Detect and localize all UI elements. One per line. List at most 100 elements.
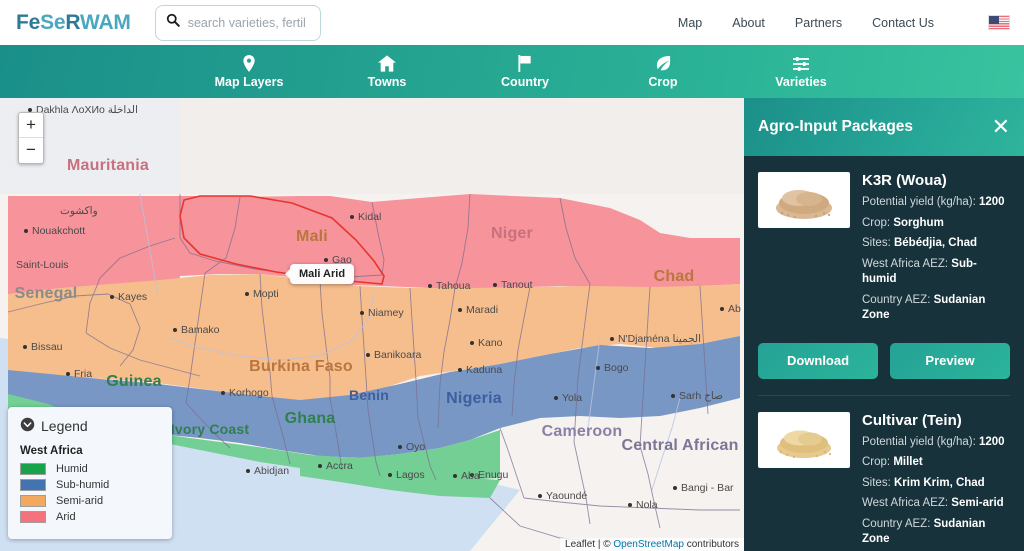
legend-header[interactable]: Legend bbox=[20, 417, 160, 435]
map-city-label[interactable]: Saint-Louis bbox=[16, 259, 69, 271]
close-icon[interactable]: ✕ bbox=[992, 116, 1010, 138]
map-country-label[interactable]: Guinea bbox=[106, 373, 161, 391]
map-country-label[interactable]: Mauritania bbox=[67, 157, 149, 175]
map-city-dot[interactable] bbox=[458, 368, 462, 372]
map-city-label[interactable]: Sarh صاح bbox=[679, 390, 723, 402]
map-city-label[interactable]: Kano bbox=[478, 337, 503, 349]
download-button[interactable]: Download bbox=[758, 342, 878, 379]
map-container[interactable]: Mauritania Mali Niger Chad Senegal Burkina Fa… bbox=[0, 98, 744, 551]
map-city-label[interactable]: Mopti bbox=[253, 288, 279, 300]
zoom-in-button[interactable]: + bbox=[19, 113, 43, 138]
map-country-label[interactable]: Burkina Faso bbox=[249, 358, 353, 376]
app-logo[interactable]: FeSeRWAM bbox=[16, 11, 131, 35]
map-country-label[interactable]: Senegal bbox=[15, 285, 78, 303]
zoom-out-button[interactable]: − bbox=[19, 138, 43, 163]
map-city-label[interactable]: Tanout bbox=[501, 279, 533, 291]
toolbar-item-towns[interactable]: Towns bbox=[318, 55, 456, 89]
map-city-dot[interactable] bbox=[428, 284, 432, 288]
map-city-label[interactable]: Accra bbox=[326, 460, 353, 472]
package-card[interactable]: Cultivar (Tein) Potential yield (kg/ha):… bbox=[744, 396, 1024, 551]
map-city-dot[interactable] bbox=[610, 337, 614, 341]
toolbar-item-map-layers[interactable]: Map Layers bbox=[180, 55, 318, 89]
map-city-label[interactable]: Yaoundé bbox=[546, 490, 587, 502]
map-city-label[interactable]: Bamako bbox=[181, 324, 220, 336]
map-country-label[interactable]: Benin bbox=[349, 387, 389, 403]
nav-link-partners[interactable]: Partners bbox=[795, 16, 842, 30]
map-city-dot[interactable] bbox=[324, 258, 328, 262]
map-country-label[interactable]: Central African bbox=[621, 437, 738, 455]
map-city-label[interactable]: Kayes bbox=[118, 291, 147, 303]
map-city-dot[interactable] bbox=[388, 473, 392, 477]
nav-link-about[interactable]: About bbox=[732, 16, 765, 30]
map-city-label[interactable]: Abidjan bbox=[254, 465, 289, 477]
map-country-label[interactable]: Chad bbox=[654, 268, 695, 286]
map-city-label[interactable]: Nouakchott bbox=[32, 225, 85, 237]
toolbar-item-varieties[interactable]: Varieties bbox=[732, 55, 870, 89]
map-city-dot[interactable] bbox=[398, 445, 402, 449]
map-zoom-control[interactable]: + − bbox=[18, 112, 44, 164]
toolbar-item-crop[interactable]: Crop bbox=[594, 55, 732, 89]
map-city-dot[interactable] bbox=[673, 486, 677, 490]
map-city-label[interactable]: Enugu bbox=[478, 469, 508, 481]
map-city-label[interactable]: Tahoua bbox=[436, 280, 470, 292]
map-country-label[interactable]: Mali bbox=[296, 228, 328, 246]
map-city-label[interactable]: Kaduna bbox=[466, 364, 502, 376]
nav-link-map[interactable]: Map bbox=[678, 16, 702, 30]
map-city-label[interactable]: Bangi - Bar bbox=[681, 482, 734, 494]
attribution-link-openstreetmap[interactable]: OpenStreetMap bbox=[613, 539, 684, 550]
legend-entry[interactable]: Humid bbox=[20, 463, 160, 475]
map-city-label[interactable]: Aba bbox=[461, 470, 480, 482]
map-city-dot[interactable] bbox=[318, 464, 322, 468]
us-flag-icon[interactable] bbox=[988, 15, 1010, 30]
map-city-label[interactable]: Niamey bbox=[368, 307, 404, 319]
legend-entry[interactable]: Sub-humid bbox=[20, 479, 160, 491]
map-city-dot[interactable] bbox=[470, 341, 474, 345]
map-city-label[interactable]: Kidal bbox=[358, 211, 381, 223]
map-city-label[interactable]: Nola bbox=[636, 499, 658, 511]
package-card[interactable]: K3R (Woua) Potential yield (kg/ha): 1200… bbox=[744, 156, 1024, 396]
map-city-dot[interactable] bbox=[453, 474, 457, 478]
map-city-dot[interactable] bbox=[66, 372, 70, 376]
map-city-dot[interactable] bbox=[24, 229, 28, 233]
map-city-dot[interactable] bbox=[110, 295, 114, 299]
map-city-dot[interactable] bbox=[671, 394, 675, 398]
map-country-label[interactable]: Cameroon bbox=[542, 423, 623, 441]
map-city-label[interactable]: Ab bbox=[728, 303, 741, 315]
map-country-label[interactable]: Ghana bbox=[285, 410, 336, 428]
map-legend[interactable]: Legend West Africa Humid Sub-humid Semi-ar… bbox=[8, 407, 172, 539]
map-city-dot[interactable] bbox=[596, 366, 600, 370]
map-city-label[interactable]: Yola bbox=[562, 392, 582, 404]
map-city-dot[interactable] bbox=[628, 503, 632, 507]
map-city-dot[interactable] bbox=[360, 311, 364, 315]
map-city-dot[interactable] bbox=[350, 215, 354, 219]
toolbar-item-country[interactable]: Country bbox=[456, 55, 594, 89]
map-city-label[interactable]: واكشوت bbox=[60, 205, 98, 217]
map-city-dot[interactable] bbox=[720, 307, 724, 311]
map-city-label[interactable]: Bogo bbox=[604, 362, 629, 374]
map-city-dot[interactable] bbox=[366, 353, 370, 357]
map-city-label[interactable]: Bissau bbox=[31, 341, 63, 353]
map-city-label[interactable]: Dakhla ΛοΧИο الداخلة bbox=[36, 104, 138, 116]
map-city-label[interactable]: Maradi bbox=[466, 304, 498, 316]
map-country-label[interactable]: Niger bbox=[491, 225, 533, 243]
map-city-dot[interactable] bbox=[458, 308, 462, 312]
search-input[interactable] bbox=[187, 15, 306, 30]
nav-link-contact-us[interactable]: Contact Us bbox=[872, 16, 934, 30]
map-city-label[interactable]: Oyo bbox=[406, 441, 425, 453]
map-city-dot[interactable] bbox=[246, 469, 250, 473]
legend-entry[interactable]: Semi-arid bbox=[20, 495, 160, 507]
preview-button[interactable]: Preview bbox=[890, 342, 1010, 379]
legend-entry[interactable]: Arid bbox=[20, 511, 160, 523]
map-city-dot[interactable] bbox=[538, 494, 542, 498]
map-city-label[interactable]: Banikoara bbox=[374, 349, 421, 361]
map-country-label[interactable]: Ivory Coast bbox=[171, 421, 249, 437]
map-city-dot[interactable] bbox=[23, 345, 27, 349]
map-country-label[interactable]: Nigeria bbox=[446, 390, 502, 408]
map-city-dot[interactable] bbox=[554, 396, 558, 400]
map-city-dot[interactable] bbox=[221, 391, 225, 395]
map-city-label[interactable]: N'Djaména الجمينا bbox=[618, 333, 701, 345]
map-city-dot[interactable] bbox=[493, 283, 497, 287]
map-city-label[interactable]: Korhogo bbox=[229, 387, 269, 399]
map-city-label[interactable]: Fria bbox=[74, 368, 92, 380]
map-city-dot[interactable] bbox=[173, 328, 177, 332]
